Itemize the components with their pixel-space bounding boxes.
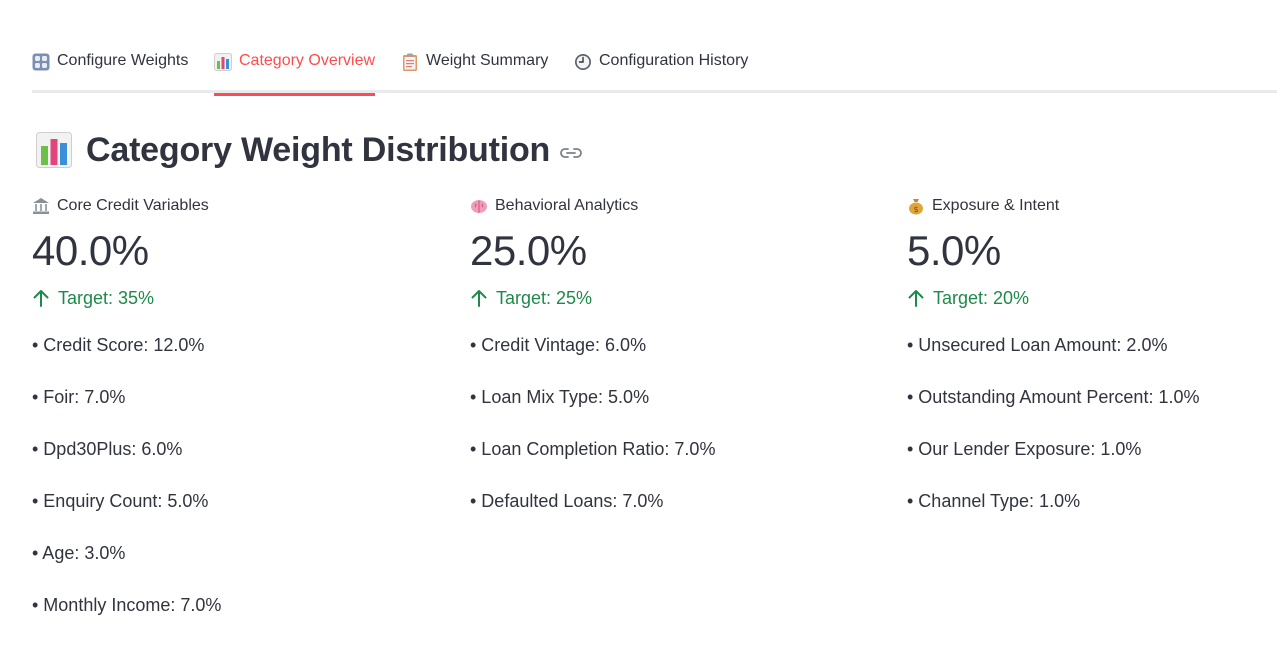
tab-category-overview[interactable]: Category Overview [214, 52, 376, 96]
list-item: • Loan Mix Type: 5.0% [470, 387, 650, 407]
list-item: • Credit Score: 12.0% [32, 335, 205, 355]
svg-text:$: $ [913, 205, 918, 214]
list-item: • Our Lender Exposure: 1.0% [907, 439, 1142, 459]
tab-label: Configure Weights [57, 52, 189, 69]
money-bag-icon: $ [909, 199, 923, 215]
category-behavioral-analytics: Behavioral Analytics 25.0% Target: 25% •… [470, 194, 890, 540]
delta-text: Target: 25% [496, 287, 593, 308]
tab-label: Configuration History [599, 52, 749, 69]
list-item: • Unsecured Loan Amount: 2.0% [907, 335, 1168, 355]
list-item: • Age: 3.0% [32, 543, 126, 563]
arrow-up-icon [33, 290, 49, 307]
clock-icon [575, 54, 591, 70]
page-header: Category Weight Distribution [36, 128, 582, 172]
list-item: • Channel Type: 1.0% [907, 491, 1081, 511]
list-item: • Foir: 7.0% [32, 387, 126, 407]
brain-icon [471, 200, 487, 213]
delta-text: Target: 20% [933, 287, 1030, 308]
metric-label: Core Credit Variables [32, 194, 452, 218]
bank-icon [33, 198, 49, 214]
list-item: • Loan Completion Ratio: 7.0% [470, 439, 716, 459]
tab-label: Weight Summary [426, 52, 549, 69]
list-item: • Defaulted Loans: 7.0% [470, 491, 664, 511]
metric-value: 40.0% [32, 227, 149, 274]
tab-bar: Configure Weights Category Overview Weig… [32, 40, 1277, 96]
bar-chart-icon [214, 53, 232, 71]
metric-delta: Target: 25% [470, 286, 890, 310]
clipboard-icon [403, 53, 417, 71]
metric-delta: Target: 20% [907, 286, 1277, 310]
metric-value: 25.0% [470, 227, 587, 274]
arrow-up-icon [908, 290, 924, 307]
tab-configure-weights[interactable]: Configure Weights [32, 52, 188, 93]
tab-weight-summary[interactable]: Weight Summary [401, 52, 548, 93]
metric-label: $ Exposure & Intent [907, 194, 1277, 218]
list-item: • Outstanding Amount Percent: 1.0% [907, 387, 1200, 407]
weight-list: • Credit Score: 12.0% • Foir: 7.0% • Dpd… [32, 332, 452, 644]
grid-icon [32, 53, 50, 71]
page-title: Category Weight Distribution [86, 130, 551, 169]
list-item: • Dpd30Plus: 6.0% [32, 439, 183, 459]
list-item: • Enquiry Count: 5.0% [32, 491, 209, 511]
list-item: • Monthly Income: 7.0% [32, 595, 222, 615]
metric-label: Behavioral Analytics [470, 194, 890, 218]
bar-chart-icon [36, 132, 72, 168]
list-item: • Credit Vintage: 6.0% [470, 335, 647, 355]
weight-list: • Unsecured Loan Amount: 2.0% • Outstand… [907, 332, 1277, 540]
weight-list: • Credit Vintage: 6.0% • Loan Mix Type: … [470, 332, 890, 540]
delta-text: Target: 35% [58, 287, 155, 308]
category-label: Exposure & Intent [932, 197, 1060, 214]
category-core-credit: Core Credit Variables 40.0% Target: 35% … [32, 194, 452, 644]
metric-delta: Target: 35% [32, 286, 452, 310]
tab-label: Category Overview [239, 52, 376, 69]
category-label: Core Credit Variables [57, 197, 209, 214]
link-icon[interactable] [560, 146, 582, 160]
tab-configuration-history[interactable]: Configuration History [574, 52, 748, 93]
category-exposure-intent: $ Exposure & Intent 5.0% Target: 20% • U… [907, 194, 1277, 540]
metric-value: 5.0% [907, 227, 1001, 274]
arrow-up-icon [471, 290, 487, 307]
category-label: Behavioral Analytics [495, 197, 639, 214]
